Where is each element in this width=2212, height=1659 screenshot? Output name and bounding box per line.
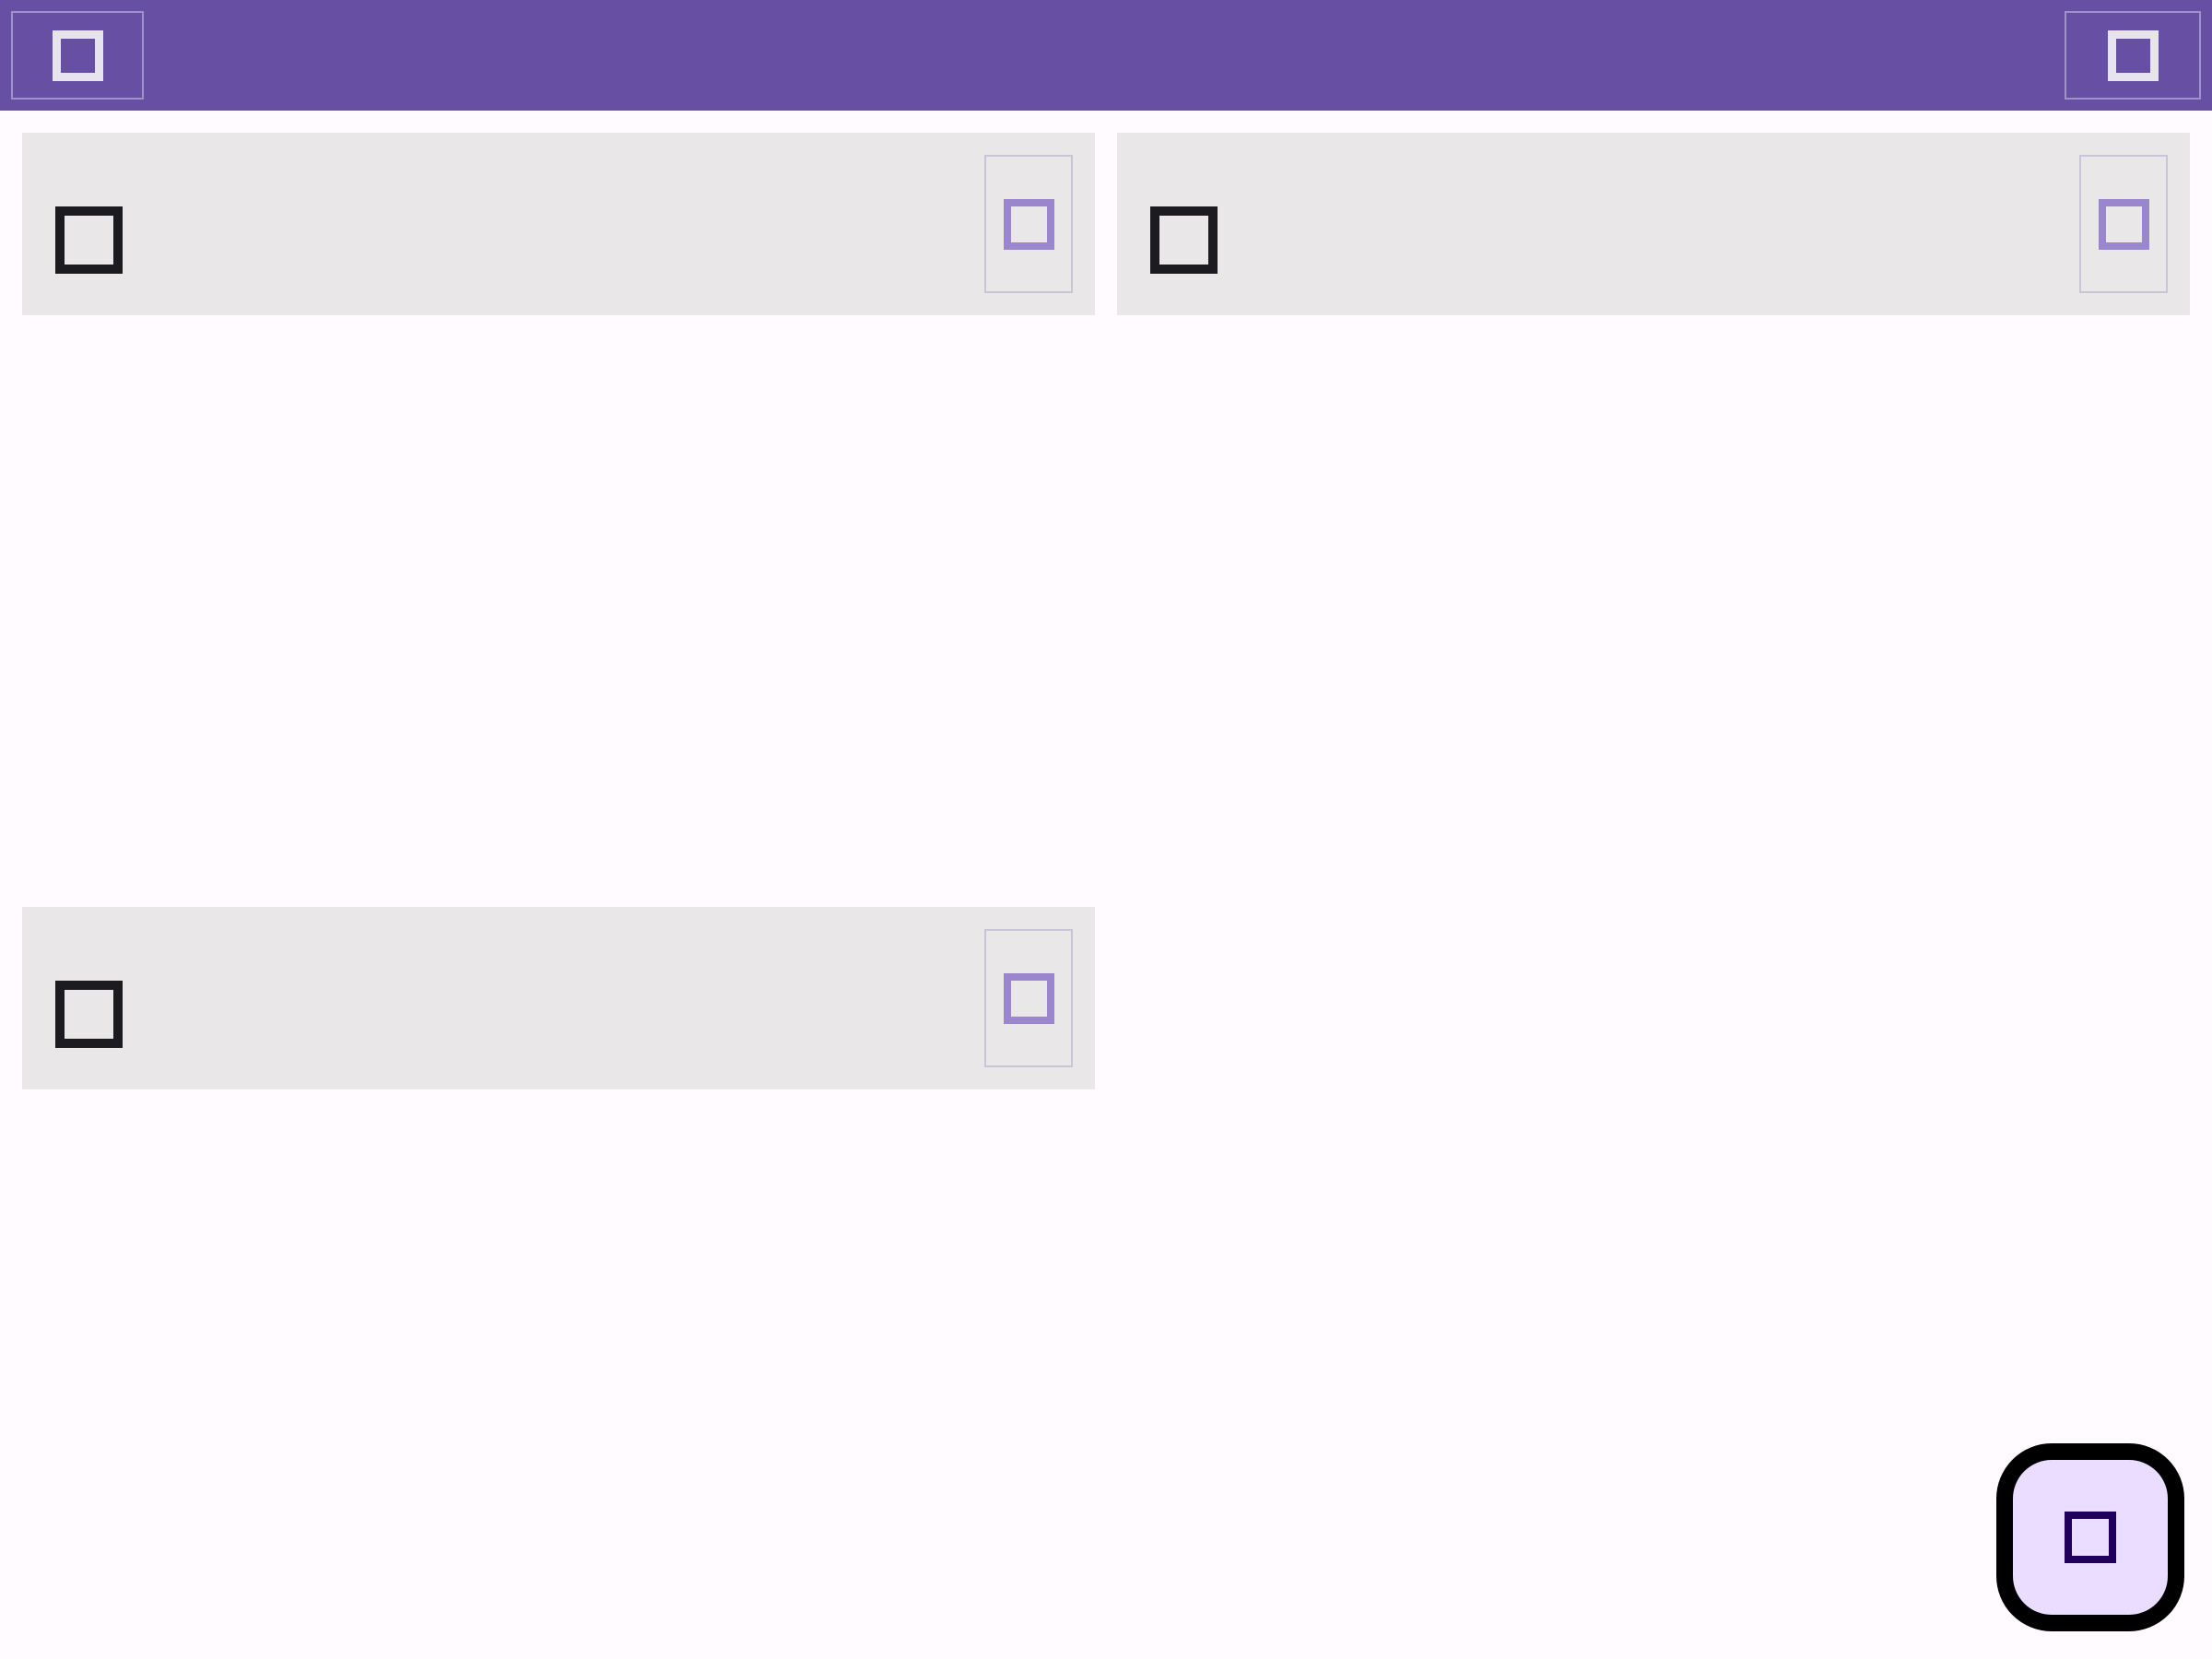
account-icon [55, 206, 123, 274]
account-card[interactable] [1117, 133, 2190, 315]
account-icon [1150, 206, 1218, 274]
more-vert-icon [1003, 972, 1054, 1024]
add-icon [2065, 1512, 2116, 1563]
menu-icon [52, 29, 103, 81]
card-overflow-menu-button[interactable] [984, 929, 1073, 1067]
account-card-balance-row [1150, 206, 1230, 274]
account-card-balance-row [55, 981, 135, 1048]
card-overflow-menu-button[interactable] [984, 155, 1073, 293]
top-app-bar [0, 0, 2212, 111]
settings-button[interactable] [2065, 11, 2201, 100]
card-overflow-menu-button[interactable] [2079, 155, 2168, 293]
account-card[interactable] [22, 133, 1095, 315]
account-icon [55, 981, 123, 1048]
settings-icon [2107, 29, 2159, 81]
add-fab-button[interactable] [1996, 1443, 2184, 1631]
account-card-balance-row [55, 206, 135, 274]
more-vert-icon [1003, 198, 1054, 250]
more-vert-icon [2098, 198, 2149, 250]
navigation-menu-button[interactable] [11, 11, 144, 100]
account-card[interactable] [22, 907, 1095, 1089]
